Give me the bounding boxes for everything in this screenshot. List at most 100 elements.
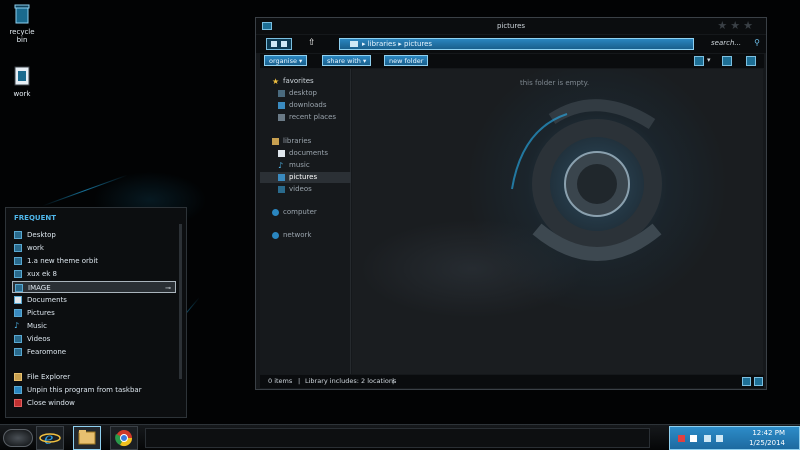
separator-2: | (392, 377, 395, 385)
back-arrow-icon[interactable] (271, 41, 277, 47)
nav-recent-label: recent places (289, 113, 337, 121)
empty-folder-message: this folder is empty. (520, 79, 590, 87)
up-arrow-icon[interactable]: ⇧ (308, 38, 316, 48)
jump-list-item[interactable]: xux ek 8 (12, 268, 176, 280)
view-tools: ▾ (694, 56, 760, 66)
nav-computer[interactable]: computer (260, 207, 351, 218)
folder-icon (14, 270, 22, 278)
file-explorer-icon (14, 373, 22, 381)
search-icon[interactable]: ⚲ (754, 38, 760, 47)
jump-item-label: xux ek 8 (27, 270, 57, 278)
title-bar[interactable]: pictures ★★★ (256, 18, 766, 34)
jump-list-item[interactable]: Pictures (12, 307, 176, 319)
jump-list-item-selected[interactable]: IMAGE ⊸ (12, 281, 176, 293)
forward-arrow-icon[interactable] (281, 41, 287, 47)
work-folder-label: work (13, 90, 31, 98)
taskbar-internet-explorer[interactable]: e (36, 426, 64, 450)
jump-item-label: Pictures (27, 309, 55, 317)
status-bar: 0 items | Library includes: 2 locations … (260, 375, 764, 388)
clock-time: 12:42 PM (752, 429, 785, 437)
close-window-action[interactable]: Close window (12, 397, 176, 409)
organize-button[interactable]: organise ▾ (264, 55, 308, 66)
volume-icon[interactable] (716, 435, 723, 442)
taskbar-file-explorer[interactable] (73, 426, 101, 450)
action-center-icon[interactable] (678, 435, 685, 442)
window-controls[interactable]: ★★★ (717, 19, 756, 32)
jump-list-item[interactable]: ♪ Music (12, 320, 176, 332)
jump-action-label: File Explorer (27, 373, 71, 381)
search-input[interactable]: search... (711, 39, 741, 47)
address-row: ⇧ ▸ libraries ▸ pictures search... ⚲ (256, 35, 766, 53)
nav-pictures[interactable]: pictures (260, 172, 351, 183)
view-options-icon[interactable] (694, 56, 704, 66)
jump-item-label: Music (27, 322, 47, 330)
jump-list-item[interactable]: work (12, 242, 176, 254)
recycle-bin-shortcut[interactable]: recycle bin (4, 4, 40, 44)
taskbar-chrome[interactable] (110, 426, 138, 450)
music-icon: ♪ (278, 161, 284, 170)
jump-list-item[interactable]: 1.a new theme orbit (12, 255, 176, 267)
share-with-button[interactable]: share with ▾ (322, 55, 372, 66)
nav-videos[interactable]: videos (260, 184, 351, 195)
downloads-icon (278, 102, 285, 109)
jump-list-item[interactable]: Documents (12, 294, 176, 306)
nav-favorites[interactable]: ★ favorites (260, 76, 351, 87)
nav-documents-label: documents (289, 149, 328, 157)
work-folder-shortcut[interactable]: work (4, 66, 40, 98)
back-forward-buttons[interactable] (266, 38, 292, 50)
pictures-icon (278, 174, 285, 181)
nav-documents[interactable]: documents (260, 148, 351, 159)
close-icon (14, 399, 22, 407)
address-bar[interactable]: ▸ libraries ▸ pictures (339, 38, 694, 50)
jump-list-scrollbar[interactable] (179, 224, 182, 379)
jump-list: FREQUENT Desktop work 1.a new theme orbi… (5, 207, 187, 418)
libraries-icon (272, 138, 279, 145)
jump-list-item[interactable]: Videos (12, 333, 176, 345)
nav-desktop[interactable]: desktop (260, 88, 351, 99)
folder-icon (14, 244, 22, 252)
address-path: ▸ libraries ▸ pictures (362, 40, 433, 48)
taskbar: e 12:42 PM 1/25/2014 (0, 424, 800, 450)
network-signal-icon[interactable] (704, 435, 711, 442)
jump-item-label: work (27, 244, 44, 252)
view-dropdown-icon[interactable]: ▾ (707, 56, 711, 64)
new-folder-button[interactable]: new folder (384, 55, 429, 66)
jump-list-item[interactable]: Desktop (12, 229, 176, 241)
documents-icon (278, 150, 285, 157)
nav-recent-places[interactable]: recent places (260, 112, 351, 123)
nav-downloads-label: downloads (289, 101, 327, 109)
jump-item-label: Videos (27, 335, 51, 343)
large-icons-view-icon[interactable] (754, 377, 763, 386)
nav-desktop-label: desktop (289, 89, 317, 97)
unpin-action[interactable]: Unpin this program from taskbar (12, 384, 176, 396)
device-icon[interactable] (690, 435, 697, 442)
jump-list-item[interactable]: Fearomone (12, 346, 176, 358)
recycle-bin-label-2: bin (16, 36, 28, 44)
jump-list-header: FREQUENT (14, 214, 57, 222)
jump-item-label: 1.a new theme orbit (27, 257, 99, 265)
clock[interactable]: 12:42 PM 1/25/2014 (749, 428, 785, 448)
internet-explorer-icon: e (39, 429, 61, 448)
details-view-icon[interactable] (742, 377, 751, 386)
search-box[interactable]: search... ⚲ (706, 38, 762, 50)
start-button[interactable] (3, 429, 33, 447)
jump-action-label: Unpin this program from taskbar (27, 386, 142, 394)
file-explorer-icon (78, 430, 96, 445)
nav-music[interactable]: ♪ music (260, 160, 351, 171)
help-icon[interactable] (746, 56, 756, 66)
jump-item-label: Fearomone (27, 348, 67, 356)
preview-pane-icon[interactable] (722, 56, 732, 66)
system-tray[interactable]: 12:42 PM 1/25/2014 (669, 426, 800, 450)
nav-network[interactable]: network (260, 230, 351, 241)
pin-icon[interactable]: ⊸ (165, 282, 171, 294)
jump-action-label: Close window (27, 399, 75, 407)
nav-network-label: network (283, 231, 312, 239)
file-list-area[interactable]: this folder is empty. (352, 69, 763, 374)
nav-libraries[interactable]: libraries (260, 136, 351, 147)
recent-places-icon (278, 114, 285, 121)
nav-downloads[interactable]: downloads (260, 100, 351, 111)
folder-icon (14, 231, 22, 239)
file-explorer-action[interactable]: File Explorer (12, 371, 176, 383)
folder-icon (14, 348, 22, 356)
star-icon: ★ (272, 77, 280, 86)
